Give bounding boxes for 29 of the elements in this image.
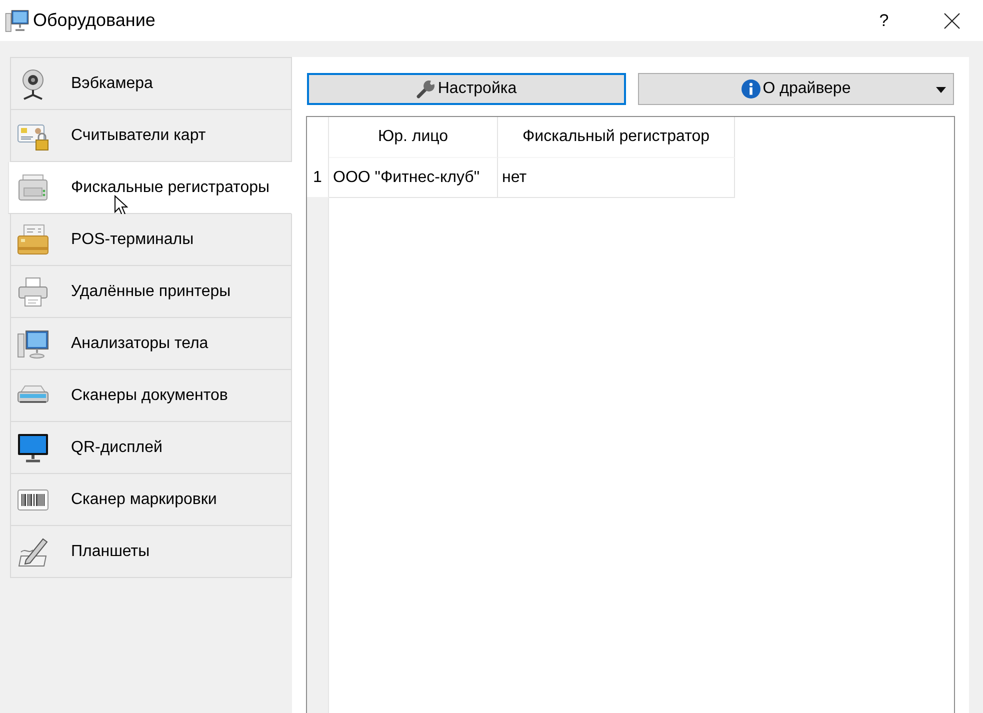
sidebar-item[interactable]: POS-терминалы <box>10 214 292 266</box>
caret-icon <box>936 87 946 93</box>
sidebar-item[interactable]: QR-дисплей <box>10 422 292 474</box>
sidebar-item[interactable]: Фискальные регистраторы <box>8 162 292 214</box>
close-icon <box>944 12 960 28</box>
printer-icon <box>17 276 49 308</box>
setup-button[interactable]: Настройка <box>307 73 626 105</box>
computer-icon <box>5 8 29 32</box>
column-header[interactable]: Юр. лицо <box>329 117 498 158</box>
sidebar-item[interactable]: Сканер маркировки <box>10 474 292 526</box>
computer-icon <box>17 328 49 360</box>
sidebar-item[interactable]: Сканеры документов <box>10 370 292 422</box>
column-header[interactable]: Фискальный регистратор <box>498 117 735 158</box>
monitor-icon <box>17 432 49 464</box>
cursor-icon <box>114 195 128 217</box>
table-cell: ООО "Фитнес-клуб" <box>329 158 498 198</box>
table-cell: нет <box>498 158 735 198</box>
sidebar-item[interactable]: Планшеты <box>10 526 292 578</box>
driver-info-button[interactable]: О драйвере <box>638 73 954 105</box>
window-title: Оборудование <box>33 10 156 31</box>
tablet-pen-icon <box>17 536 49 568</box>
sidebar-item[interactable]: Удалённые принтеры <box>10 266 292 318</box>
receipt-printer-icon <box>17 172 49 204</box>
wrench-icon <box>416 79 436 99</box>
info-icon <box>740 79 761 99</box>
sidebar-item[interactable]: Вэбкамера <box>10 58 292 110</box>
payment-card-icon <box>17 224 49 256</box>
sidebar-item[interactable]: Считыватели карт <box>10 110 292 162</box>
sidebar-item[interactable]: Анализаторы тела <box>10 318 292 370</box>
